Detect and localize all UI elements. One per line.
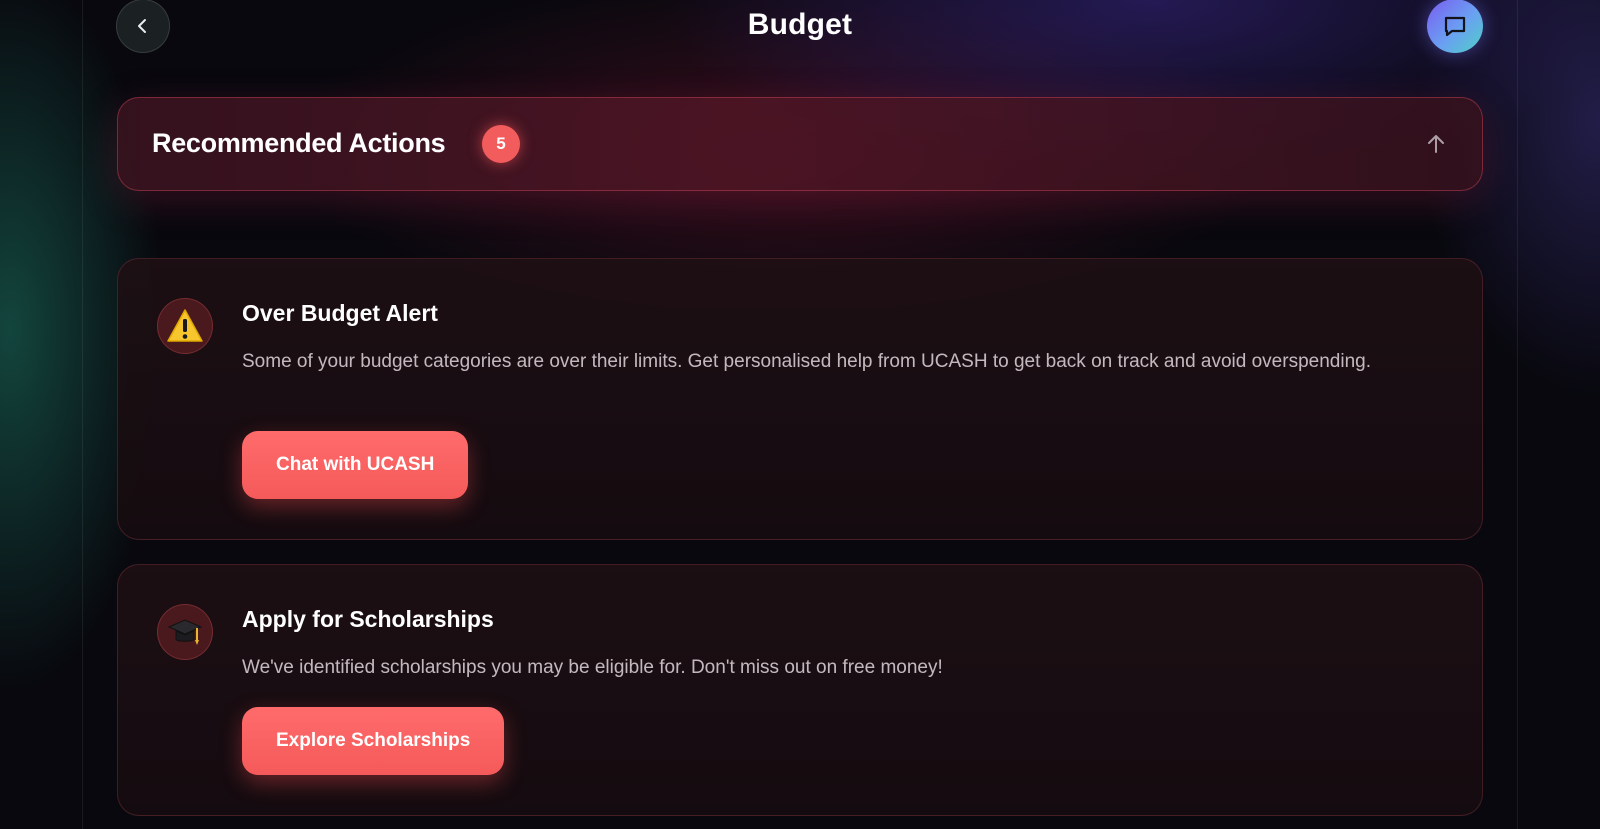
page-title: Budget xyxy=(747,8,853,41)
action-card-scholarships: Apply for Scholarships We've identified … xyxy=(117,564,1483,816)
card-title: Apply for Scholarships xyxy=(242,606,494,632)
left-divider xyxy=(82,0,83,829)
header: Budget xyxy=(0,0,1600,56)
warning-icon xyxy=(167,309,203,342)
action-card-over-budget: Over Budget Alert Some of your budget ca… xyxy=(117,258,1483,540)
chat-with-ucash-button[interactable]: Chat with UCASH xyxy=(242,431,469,499)
card-description: We've identified scholarships you may be… xyxy=(242,657,943,678)
card-description: Some of your budget categories are over … xyxy=(242,351,1371,372)
recommended-actions-title: Recommended Actions xyxy=(152,128,446,158)
recommended-actions-panel[interactable]: Recommended Actions 5 xyxy=(117,97,1483,191)
chat-button[interactable] xyxy=(1427,0,1483,53)
action-count-badge: 5 xyxy=(482,125,520,163)
card-icon-container xyxy=(157,298,213,354)
arrow-up-icon[interactable] xyxy=(1424,132,1448,156)
explore-scholarships-button[interactable]: Explore Scholarships xyxy=(242,707,505,775)
graduation-cap-icon xyxy=(167,619,203,645)
chat-bubble-icon xyxy=(1444,16,1466,37)
page-background: Budget Recommended Actions 5 Over Budget… xyxy=(0,0,1600,829)
card-icon-container xyxy=(157,604,213,660)
card-title: Over Budget Alert xyxy=(242,300,438,326)
right-divider xyxy=(1517,0,1518,829)
